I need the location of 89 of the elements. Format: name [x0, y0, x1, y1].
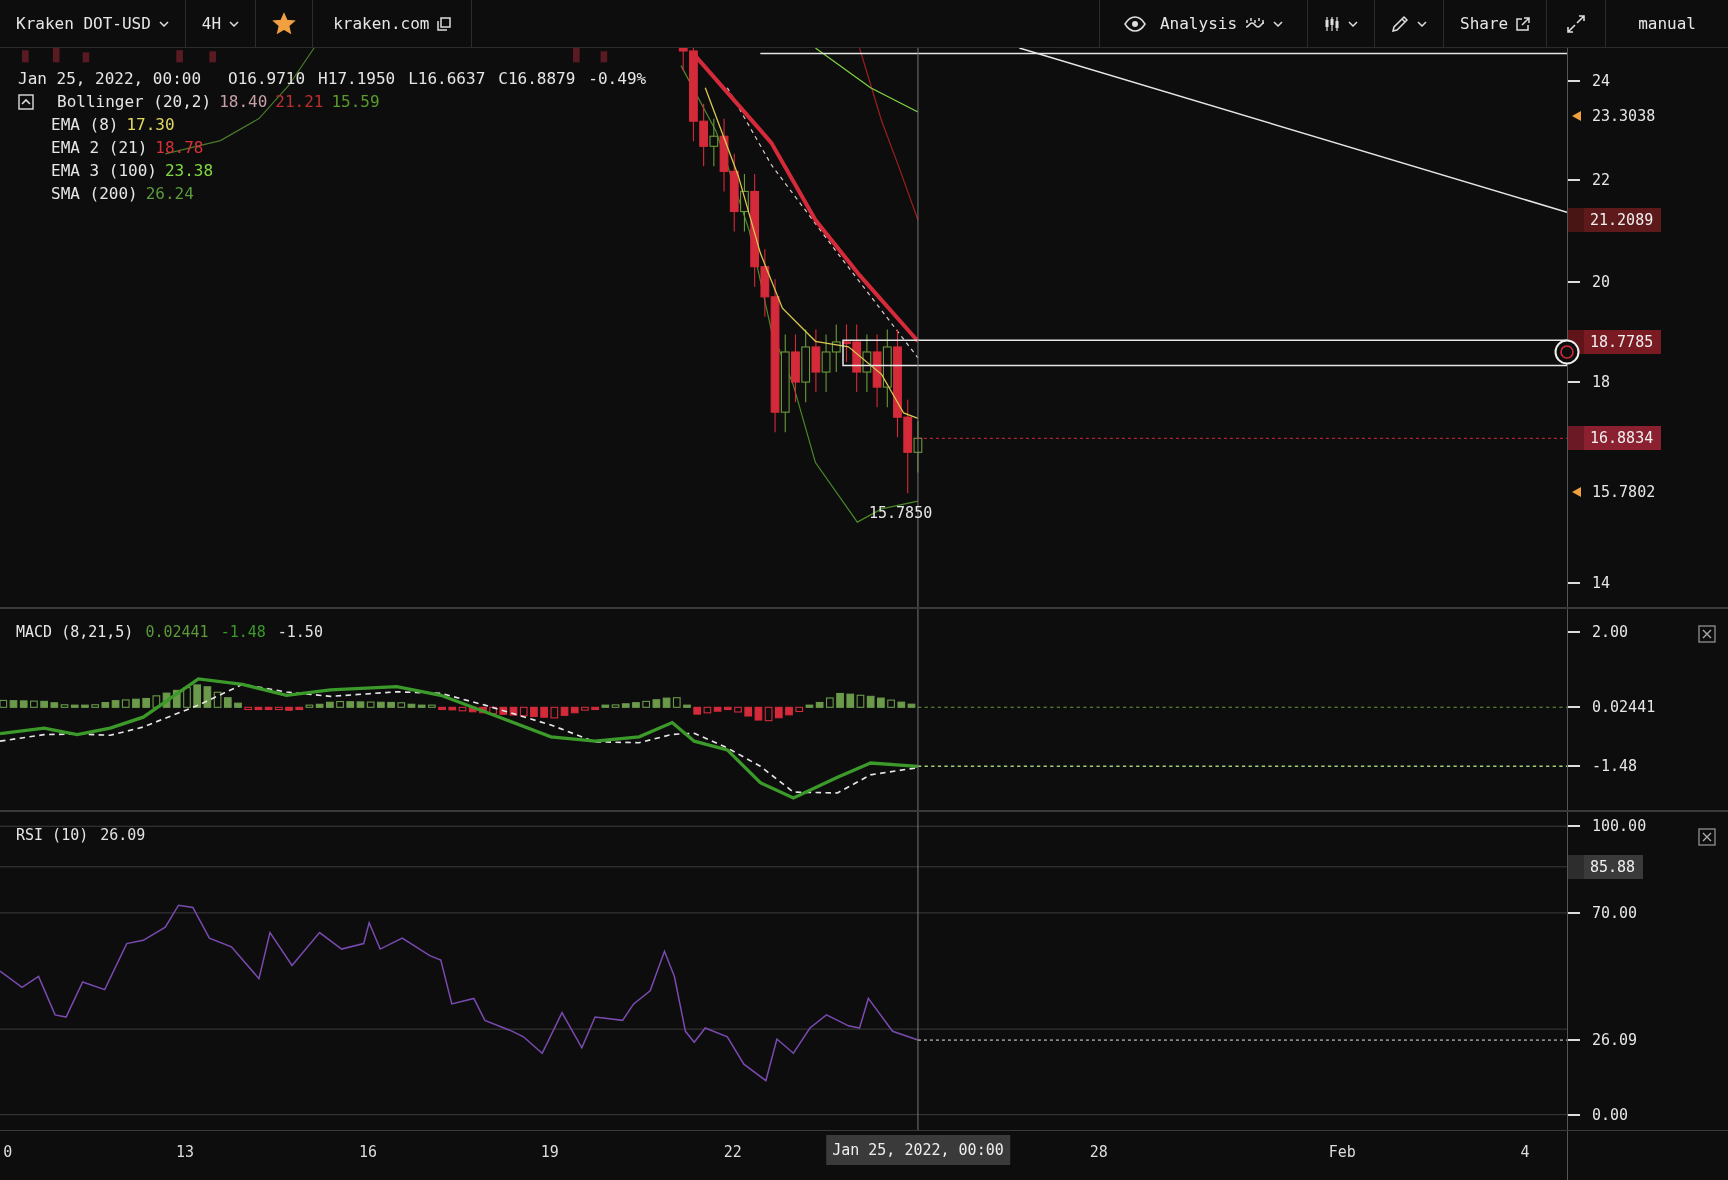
caret-icon — [1348, 20, 1359, 27]
faded-candle — [573, 48, 580, 63]
indicator-value: 17.30 — [126, 115, 175, 134]
time-axis-label: 16 — [359, 1143, 378, 1161]
indicator-value: 23.38 — [164, 161, 214, 180]
symbol-dropdown[interactable]: Kraken DOT-USD — [0, 0, 186, 47]
time-axis-label: 22 — [723, 1143, 742, 1161]
indicator-value: 15.59 — [331, 92, 380, 111]
external-link-icon — [1516, 16, 1531, 31]
ohlc-value: O16.9710 — [228, 69, 306, 88]
faded-candle — [176, 50, 183, 63]
share-button[interactable]: Share — [1444, 0, 1548, 47]
faded-candle — [600, 51, 608, 63]
axis-label: 15.7802 — [1592, 483, 1656, 502]
price-marker-icon — [1572, 111, 1581, 122]
candle — [831, 323, 841, 373]
crosshair-time-label: Jan 25, 2022, 00:00 — [826, 1135, 1010, 1165]
axis-label: 100.00 — [1592, 817, 1647, 836]
caret-icon — [158, 20, 169, 27]
axis-label: 0.02441 — [1592, 698, 1656, 717]
interval-dropdown[interactable]: 4H — [185, 0, 257, 47]
axis-label: 2.00 — [1592, 622, 1629, 641]
faded-candle — [22, 50, 29, 63]
time-axis-label: 4 — [1520, 1143, 1530, 1161]
indicator-name: Bollinger (20,2) — [57, 92, 212, 111]
mode-button[interactable]: manual — [1606, 0, 1728, 47]
axis-label: 26.09 — [1592, 1031, 1638, 1050]
faded-candle — [52, 48, 60, 63]
indicator-name: MACD (8,21,5) — [16, 623, 134, 641]
indicator-name: EMA (8) — [51, 115, 119, 134]
time-axis-label: Feb — [1328, 1143, 1356, 1161]
close-icon[interactable] — [1698, 828, 1716, 846]
price-marker-icon — [1572, 487, 1581, 498]
indicator-value: 18.78 — [155, 138, 204, 157]
indicator-name: RSI (10) — [16, 826, 89, 844]
analysis-dropdown[interactable]: Analysis — [1098, 0, 1309, 47]
ohlc-value: -0.49% — [588, 69, 647, 88]
caret-icon — [229, 20, 240, 27]
indicator-name: SMA (200) — [51, 184, 138, 203]
time-axis-label: 13 — [176, 1143, 195, 1161]
candle — [791, 333, 800, 403]
axis-label: 24 — [1592, 72, 1611, 91]
axis-label: 18 — [1592, 373, 1611, 392]
low-price-label: 15.7850 — [869, 504, 933, 522]
ohlc-value: H17.1950 — [318, 69, 396, 88]
caret-icon — [1417, 20, 1428, 27]
indicator-value: -1.48 — [220, 623, 266, 641]
candle — [821, 333, 831, 393]
time-axis-label: 0 — [3, 1143, 13, 1161]
axis-label: 22 — [1592, 171, 1611, 190]
time-axis-label: 19 — [540, 1143, 559, 1161]
collapse-icon[interactable] — [18, 93, 34, 110]
indicator-value: 26.09 — [100, 826, 146, 844]
star-icon — [272, 11, 297, 36]
time-axis-label: 28 — [1089, 1143, 1108, 1161]
range-handle-icon[interactable] — [1554, 339, 1580, 365]
eye-icon — [1123, 15, 1146, 32]
faded-candle — [209, 51, 216, 63]
ohlc-value: L16.6637 — [408, 69, 486, 88]
expand-icon — [1567, 14, 1586, 33]
indicator-value: -1.50 — [277, 623, 323, 641]
axis-label: -1.48 — [1592, 757, 1638, 776]
caret-icon — [1273, 20, 1284, 27]
copy-icon — [437, 16, 452, 31]
faded-candle — [82, 52, 90, 63]
candles-icon — [1324, 15, 1341, 32]
indicator-value: 26.24 — [145, 184, 194, 203]
indicator-name: EMA 3 (100) — [51, 161, 157, 180]
pencil-icon — [1391, 14, 1410, 33]
candle — [862, 333, 872, 393]
indicator-value: 0.02441 — [145, 623, 209, 641]
price-tag: 85.88 — [1568, 854, 1644, 879]
indicator-value: 21.21 — [275, 92, 324, 111]
indicator-name: EMA 2 (21) — [51, 138, 148, 157]
ohlc-value: C16.8879 — [498, 69, 576, 88]
axis-label: 70.00 — [1592, 903, 1638, 922]
indicator-value: 18.40 — [219, 92, 268, 111]
axis-label: 14 — [1592, 573, 1611, 592]
price-tag: 16.8834 — [1568, 426, 1662, 451]
ohlc-value: Jan 25, 2022, 00:00 — [18, 69, 202, 88]
indicators-icon — [1245, 16, 1266, 31]
axis-label: 23.3038 — [1592, 107, 1656, 126]
axis-label: 20 — [1592, 272, 1611, 291]
candle — [811, 328, 821, 393]
exchange-link[interactable]: kraken.com — [313, 0, 473, 47]
price-tag: 18.7785 — [1568, 330, 1662, 355]
close-icon[interactable] — [1698, 625, 1716, 643]
price-tag: 21.2089 — [1568, 208, 1662, 232]
axis-label: 0.00 — [1592, 1105, 1629, 1124]
